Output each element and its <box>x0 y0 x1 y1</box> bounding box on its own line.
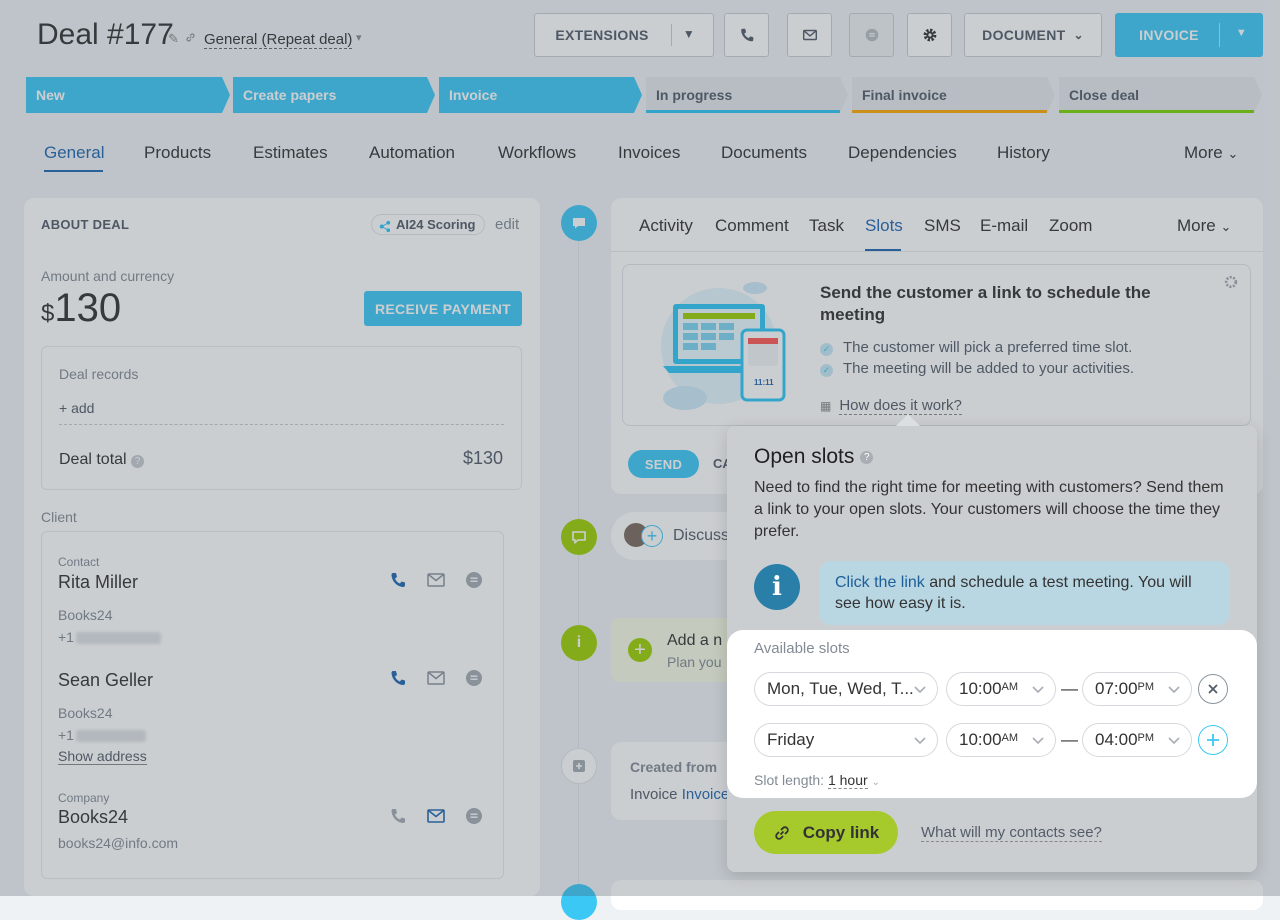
ampm-label: PM <box>1137 732 1155 744</box>
popup-title-text: Open slots <box>754 445 855 468</box>
ampm-label: PM <box>1137 681 1155 693</box>
chevron-down-icon <box>914 737 926 745</box>
available-slots-label: Available slots <box>754 640 850 657</box>
close-icon <box>1208 684 1218 694</box>
slot-length-value[interactable]: 1 hour <box>827 772 868 789</box>
popup-title: Open slots ? <box>754 445 874 469</box>
info-icon: i <box>754 564 800 610</box>
available-slots-box: Available slots Mon, Tue, Wed, T... 10:0… <box>727 630 1257 798</box>
time-from-select[interactable]: 10:00 AM <box>946 672 1056 706</box>
remove-slot-button[interactable] <box>1198 674 1228 704</box>
time-value: 07:00 <box>1095 679 1138 698</box>
time-to-select[interactable]: 04:00 PM <box>1082 723 1192 757</box>
help-icon[interactable]: ? <box>860 450 874 464</box>
slot-length-row: Slot length: 1 hour ⌄ <box>754 772 880 789</box>
ampm-label: AM <box>1001 732 1019 744</box>
add-slot-button[interactable] <box>1198 725 1228 755</box>
days-select[interactable]: Mon, Tue, Wed, T... <box>754 672 938 706</box>
hint-text: Click the link and schedule a test meeti… <box>835 572 1220 614</box>
dash: — <box>1061 679 1078 698</box>
time-value: 10:00 <box>959 730 1002 749</box>
days-select[interactable]: Friday <box>754 723 938 757</box>
popup-description: Need to find the right time for meeting … <box>754 479 1224 540</box>
ampm-label: AM <box>1001 681 1019 693</box>
days-value: Mon, Tue, Wed, T... <box>767 679 914 698</box>
chevron-down-icon <box>1032 686 1044 694</box>
slot-length-label: Slot length: <box>754 772 825 788</box>
time-from-select[interactable]: 10:00 AM <box>946 723 1056 757</box>
time-value: 04:00 <box>1095 730 1138 749</box>
popup-arrow <box>896 414 920 426</box>
dash: — <box>1061 730 1078 749</box>
time-value: 10:00 <box>959 679 1002 698</box>
plus-icon <box>1207 734 1219 746</box>
chevron-down-icon <box>1168 686 1180 694</box>
days-value: Friday <box>767 730 815 749</box>
contacts-preview-link[interactable]: What will my contacts see? <box>921 824 1102 842</box>
chevron-down-icon <box>914 686 926 694</box>
hint-link[interactable]: Click the link <box>835 574 925 591</box>
link-icon <box>775 825 789 840</box>
chevron-down-icon <box>1168 737 1180 745</box>
chevron-down-icon <box>1032 737 1044 745</box>
time-to-select[interactable]: 07:00 PM <box>1082 672 1192 706</box>
copy-link-label: Copy link <box>802 822 880 842</box>
chevron-down-icon[interactable]: ⌄ <box>872 777 880 788</box>
copy-link-button[interactable]: Copy link <box>754 811 898 854</box>
